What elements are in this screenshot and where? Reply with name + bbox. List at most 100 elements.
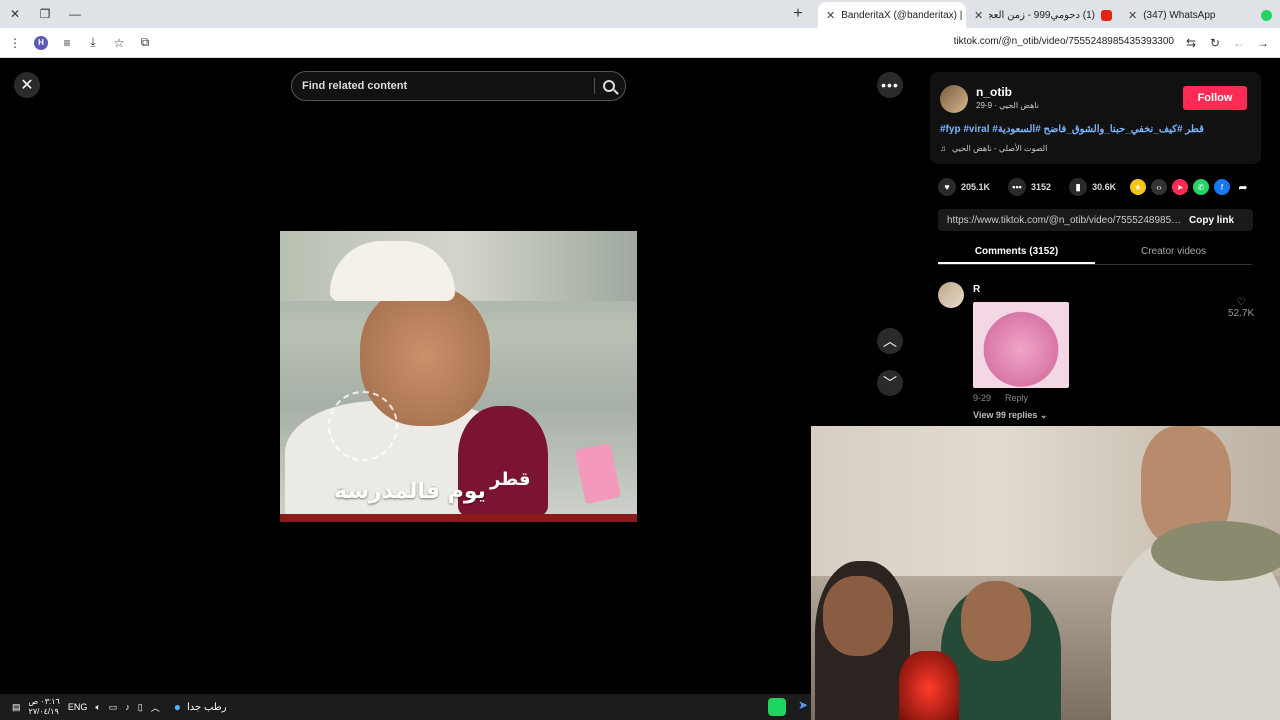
media-control-icon[interactable]: ≡ [56,32,78,54]
save-stat[interactable]: ▮ 30.6K [1069,178,1116,196]
mic-brand-text: قطر [490,469,531,490]
embed-icon[interactable]: ‹› [1151,179,1167,195]
sound-row[interactable]: ♫ الصوت الأصلي - ناهض الحيي [940,144,1047,153]
previous-video-button[interactable]: ︿ [877,328,903,354]
notification-icon[interactable]: ▤ [12,702,21,713]
tab-youtube[interactable]: ✕ (1) دحومي999 - زمن العجايب ( [966,2,1120,28]
music-note-icon: ♫ [940,144,946,153]
menu-icon[interactable]: ⋮ [4,32,26,54]
windows-taskbar: ▤ ٠٣:١٦ ص ٢٧/٠٤/١٩ ENG 🔈︎ ▭ ♪ ▯ ︿ ● رطب … [0,694,811,720]
reply-button[interactable]: Reply [1005,393,1028,403]
search-icon[interactable] [603,80,615,92]
search-divider [594,78,595,94]
like-stat[interactable]: ♥ 205.1K [938,178,990,196]
window-controls: ✕ ❐ — [0,0,90,28]
more-options-button[interactable]: ••• [877,72,903,98]
commenter-name[interactable]: R [973,284,980,295]
comment-like-count: 52.7K [1228,308,1255,319]
microphone-icon[interactable]: ♪ [125,702,130,712]
reload-icon[interactable]: ↻ [1204,32,1226,54]
author-username[interactable]: n_otib [976,85,1012,99]
close-tab-icon[interactable]: ✕ [826,9,835,22]
tab-tiktok[interactable]: ✕ BanderitaX (@banderitax) | [818,2,966,28]
close-tab-icon[interactable]: ✕ [974,9,983,22]
like-count: 205.1K [961,182,991,192]
author-avatar[interactable] [940,85,968,113]
bookmark-star-icon[interactable]: ☆ [108,32,130,54]
cast-icon[interactable]: ⧉ [134,32,156,54]
clock[interactable]: ٠٣:١٦ ص ٢٧/٠٤/١٩ [29,697,60,717]
copy-link-button[interactable]: Copy link [1189,215,1234,226]
tab-title: (347) WhatsApp [1143,9,1216,21]
toolbar-left: ⋮ H ≡ ⤓ ☆ ⧉ [0,32,156,54]
commenter-avatar[interactable] [938,282,964,308]
restore-window-icon[interactable]: ❐ [30,0,60,28]
close-video-button[interactable]: ✕ [14,72,40,98]
minimize-window-icon[interactable]: — [60,0,90,28]
app-icon-green[interactable] [768,698,786,716]
video-player[interactable]: يوم فالمدرسة قطر [280,58,637,694]
facebook-icon[interactable]: f [1214,179,1230,195]
view-replies-label: View 99 replies [973,410,1038,420]
comment-icon: ••• [1008,178,1027,196]
streaming-microphone [899,651,959,720]
video-link-text[interactable]: https://www.tiktok.com/@n_otib/video/755… [938,215,1183,226]
weather-text: رطب جدا [187,701,227,713]
heart-icon: ♥ [938,178,956,196]
screen: ✕ ❐ — + ✕ BanderitaX (@banderitax) | ✕ (… [0,0,1280,720]
comment-item: R 9-29 Reply View 99 replies ⌄ ♡ 52.7K [938,282,1258,422]
whatsapp-share-icon[interactable]: ✆ [1193,179,1209,195]
profile-button[interactable]: H [30,32,52,54]
repost-icon[interactable]: ★ [1130,179,1146,195]
tray-overflow-icon[interactable]: ︿ [151,701,160,714]
send-icon[interactable]: ➤ [1172,179,1188,195]
tab-comments[interactable]: Comments (3152) [938,241,1095,264]
new-tab-button[interactable]: + [784,0,812,28]
volume-icon[interactable]: 🔈︎ [95,702,100,713]
save-count: 30.6K [1092,182,1117,192]
video-caption: يوم فالمدرسة [334,479,486,504]
next-video-button[interactable]: ﹀ [877,370,903,396]
webcam-overlay [811,426,1280,720]
clock-time: ٠٣:١٦ ص [28,697,60,706]
download-icon[interactable]: ⤓ [82,32,104,54]
author-card: n_otib ناهض الحيي · 9-29 Follow #fyp #vi… [930,72,1261,164]
view-replies-button[interactable]: View 99 replies ⌄ [973,410,1047,421]
browser-toolbar: ⋮ H ≡ ⤓ ☆ ⧉ tiktok.com/@n_otib/video/755… [0,28,1280,58]
back-icon[interactable]: → [1252,32,1274,54]
language-indicator[interactable]: ENG [68,702,88,712]
tab-creator-videos[interactable]: Creator videos [1095,241,1252,264]
water-drop-icon: ● [173,700,181,714]
search-input[interactable] [302,80,582,92]
tab-title: BanderitaX (@banderitax) | [841,9,963,21]
tab-whatsapp[interactable]: ✕ (347) WhatsApp [1120,2,1280,28]
whatsapp-icon [1261,9,1272,21]
video-link-box: https://www.tiktok.com/@n_otib/video/755… [938,209,1253,231]
network-icon[interactable]: ▭ [109,702,118,713]
video-hashtags[interactable]: #fyp #viral #قطر #كيف_نخفي_حبنا_والشوق_ف… [940,124,1204,135]
bookmark-icon: ▮ [1069,178,1088,196]
app-icon-blue[interactable]: ➤ [798,698,814,716]
video-frame[interactable]: يوم فالمدرسة قطر [280,231,637,522]
follow-button[interactable]: Follow [1183,86,1247,110]
comment-stat[interactable]: ••• 3152 [1008,178,1051,196]
close-window-icon[interactable]: ✕ [0,0,30,28]
tab-strip: + ✕ BanderitaX (@banderitax) | ✕ (1) دحو… [784,0,1280,28]
person-left-face [823,576,893,656]
battery-icon[interactable]: ▯ [138,702,143,713]
comment-like[interactable]: ♡ 52.7K [1228,297,1254,319]
share-arrow-icon[interactable]: ➦ [1235,179,1251,195]
weather-widget[interactable]: ● رطب جدا [174,700,227,714]
toolbar-right: ⇆ ↻ ← → [1180,32,1274,54]
sound-name: الصوت الأصلي - ناهض الحيي [952,144,1048,153]
comment-meta: 9-29 Reply [973,393,1028,403]
engagement-stats: ♥ 205.1K ••• 3152 ▮ 30.6K [938,178,1128,196]
comment-sticker-image [973,302,1069,388]
close-tab-icon[interactable]: ✕ [1128,9,1137,22]
youtube-icon [1101,9,1112,21]
drink-cup [574,442,622,505]
address-bar[interactable]: tiktok.com/@n_otib/video/755524898543539… [954,36,1174,47]
share-buttons: ★ ‹› ➤ ✆ f ➦ [1130,179,1251,195]
forward-icon[interactable]: ← [1228,32,1250,54]
site-settings-icon[interactable]: ⇆ [1180,32,1202,54]
